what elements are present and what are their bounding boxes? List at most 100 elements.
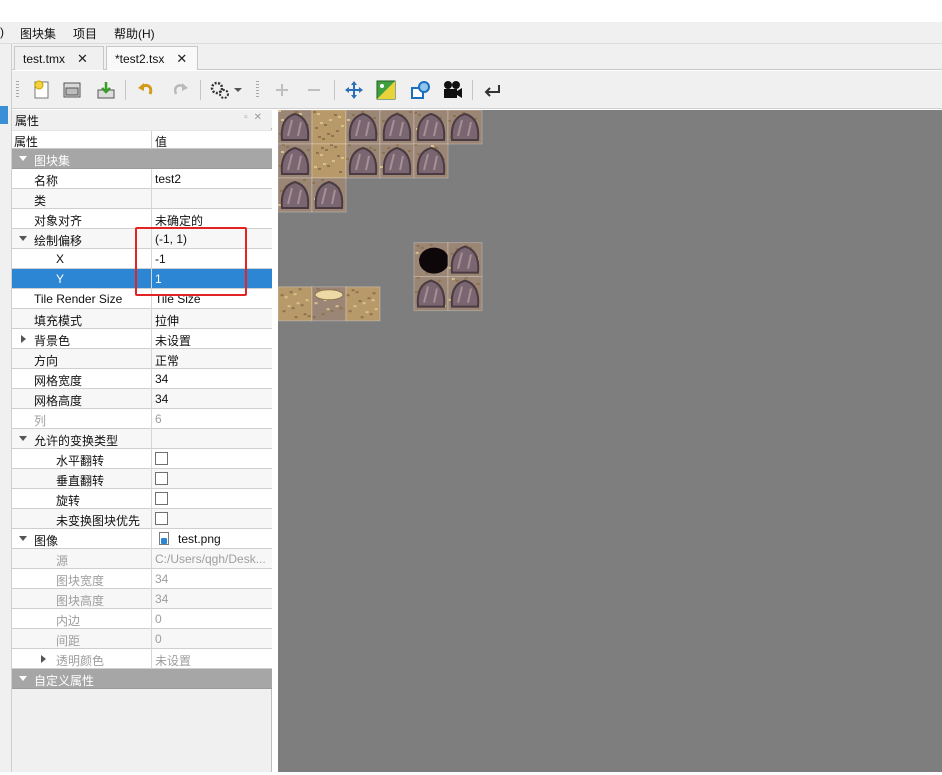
tab-test2-tsx[interactable]: *test2.tsx ✕ [106,46,198,70]
tile[interactable] [277,286,313,322]
property-value[interactable]: 正常 [155,352,179,369]
property-value[interactable]: (-1, 1) [155,232,187,246]
property-row[interactable]: 未变换图块优先 [12,509,272,529]
property-row[interactable]: Y1 [12,269,272,289]
property-value[interactable]: 34 [155,592,168,606]
tile[interactable] [345,286,381,322]
toolbar-grip[interactable] [16,81,19,99]
property-row[interactable]: 背景色 未设置 [12,329,272,349]
property-row[interactable]: 方向 正常 [12,349,272,369]
tab-test-tmx[interactable]: test.tmx ✕ [14,46,104,70]
menu-item-fragment[interactable]: ) [0,25,4,39]
image-icon[interactable] [374,78,398,102]
undo-icon[interactable] [134,78,158,102]
new-tileset-icon[interactable] [30,78,54,102]
tileset-image[interactable] [277,109,942,772]
remove-tile-icon[interactable] [302,78,326,102]
property-row[interactable]: 旋转 [12,489,272,509]
property-value[interactable]: 6 [155,412,162,426]
redo-icon[interactable] [168,78,192,102]
property-row[interactable]: 绘制偏移 (-1, 1) [12,229,272,249]
property-row[interactable]: 允许的变换类型 [12,429,272,449]
property-value[interactable]: 34 [155,572,168,586]
property-row[interactable]: 内边 0 [12,609,272,629]
property-value[interactable]: C:/Users/qgh/Desk... [155,552,266,566]
property-row[interactable]: 类 [12,189,272,209]
tile[interactable] [413,276,449,312]
tile[interactable] [311,109,347,145]
property-value[interactable]: 34 [155,392,168,406]
collapse-arrow-icon[interactable] [41,655,46,663]
expand-arrow-icon[interactable] [19,536,27,541]
property-row[interactable]: 名称 test2 [12,169,272,189]
collapse-arrow-icon[interactable] [21,335,26,343]
property-value[interactable]: Tile Size [155,292,201,306]
property-value[interactable]: 1 [155,272,162,286]
tile[interactable] [413,109,449,145]
checkbox[interactable] [155,492,168,505]
property-value[interactable]: 0 [155,612,162,626]
save-icon[interactable] [94,78,118,102]
expand-arrow-icon[interactable] [19,436,27,441]
property-value[interactable]: -1 [155,252,166,266]
close-icon[interactable]: ✕ [77,51,88,67]
add-tile-icon[interactable] [270,78,294,102]
property-value[interactable]: 0 [155,632,162,646]
tile[interactable] [379,109,415,145]
tile[interactable] [311,143,347,179]
menu-item-help[interactable]: 帮助(H) [114,25,155,42]
menu-item-tileset[interactable]: 图块集 [20,25,56,42]
tile[interactable] [379,143,415,179]
close-icon[interactable]: ✕ [176,51,187,67]
property-row[interactable]: 透明颜色 未设置 [12,649,272,669]
tile[interactable] [345,143,381,179]
checkbox[interactable] [155,472,168,485]
property-row[interactable]: 图像 test.png [12,529,272,549]
checkbox[interactable] [155,512,168,525]
column-header-value[interactable]: 值 [155,133,167,150]
property-value[interactable]: 34 [155,372,168,386]
dropdown-arrow-icon[interactable] [232,78,244,102]
checkbox[interactable] [155,452,168,465]
move-icon[interactable] [342,78,366,102]
tile[interactable] [447,109,483,145]
property-row[interactable]: 图块宽度 34 [12,569,272,589]
shapes-icon[interactable] [408,78,432,102]
tile[interactable] [447,242,483,278]
property-value[interactable]: 未确定的 [155,212,203,229]
column-divider[interactable] [151,131,152,150]
tile[interactable] [413,242,449,278]
open-icon[interactable] [60,78,84,102]
property-row[interactable]: 间距 0 [12,629,272,649]
tile[interactable] [345,109,381,145]
left-dock-tab-indicator[interactable] [0,106,8,124]
expand-arrow-icon[interactable] [19,156,27,161]
tile[interactable] [447,276,483,312]
tile[interactable] [277,177,313,213]
tile[interactable] [277,143,313,179]
tileset-canvas[interactable] [277,109,942,772]
return-icon[interactable] [480,78,504,102]
expand-arrow-icon[interactable] [19,676,27,681]
panel-float-close-icons[interactable]: ▫✕ [244,112,268,123]
property-row[interactable]: 源 C:/Users/qgh/Desk... [12,549,272,569]
menu-item-project[interactable]: 项目 [73,25,97,42]
property-group-header[interactable]: 图块集 [12,149,272,169]
tile[interactable] [311,286,347,322]
property-value[interactable]: 拉伸 [155,312,179,329]
property-row[interactable]: 网格宽度 34 [12,369,272,389]
property-row[interactable]: 网格高度 34 [12,389,272,409]
property-value[interactable]: test.png [178,532,221,546]
property-value[interactable]: 未设置 [155,332,191,349]
toolbar-grip[interactable] [256,81,259,99]
tile[interactable] [311,177,347,213]
camera-icon[interactable] [440,78,464,102]
settings-icon[interactable] [208,78,232,102]
tile[interactable] [413,143,449,179]
property-group-header[interactable]: 自定义属性 [12,669,272,689]
property-row[interactable]: 垂直翻转 [12,469,272,489]
expand-arrow-icon[interactable] [19,236,27,241]
property-row[interactable]: 填充模式 拉伸 [12,309,272,329]
property-row[interactable]: 水平翻转 [12,449,272,469]
column-header-name[interactable]: 属性 [14,133,38,150]
